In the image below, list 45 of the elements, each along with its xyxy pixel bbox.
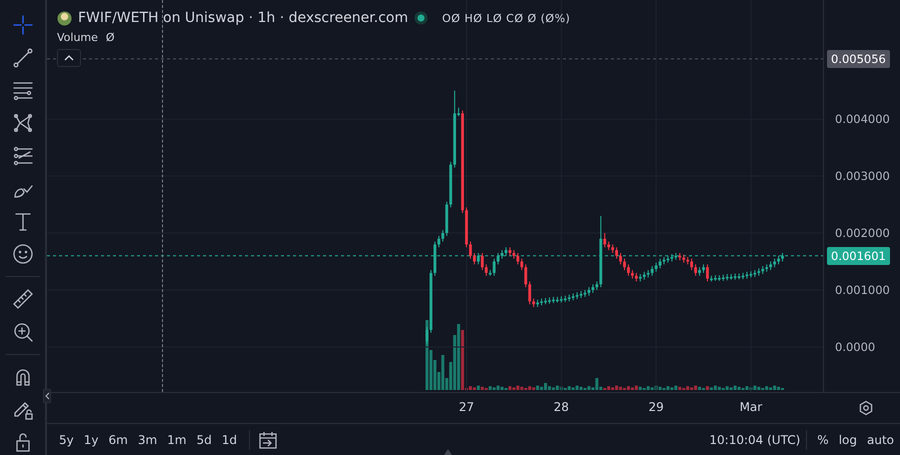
candlestick bbox=[694, 264, 697, 276]
volume-value: Ø bbox=[106, 31, 115, 44]
price-label: 0.004000 bbox=[834, 111, 891, 128]
price-label: 0.003000 bbox=[834, 168, 891, 186]
range-button[interactable]: 6m bbox=[104, 430, 132, 448]
candlestick bbox=[426, 326, 428, 345]
clock-text: 10:10:04 (UTC) bbox=[709, 432, 800, 446]
candlestick bbox=[615, 246, 618, 260]
candlestick bbox=[619, 252, 622, 265]
time-label: 29 bbox=[648, 400, 664, 414]
scale-option-button[interactable]: log bbox=[834, 430, 861, 448]
candlestick bbox=[496, 252, 500, 265]
candlestick bbox=[623, 258, 626, 271]
range-button[interactable]: 5d bbox=[192, 430, 216, 448]
chart-title: FWIF/WETH on Uniswap · 1h · dexscreener.com bbox=[78, 10, 408, 26]
price-label: 0.0000 bbox=[834, 338, 876, 356]
candlestick bbox=[473, 252, 476, 265]
scale-option-button[interactable]: % bbox=[813, 430, 833, 448]
candlestick bbox=[654, 262, 658, 272]
range-button[interactable]: 1d bbox=[218, 430, 242, 448]
time-label: Mar bbox=[740, 400, 762, 414]
candlestick bbox=[706, 264, 709, 282]
scale-option-button[interactable]: auto bbox=[862, 430, 898, 448]
range-button[interactable]: 5y bbox=[55, 430, 78, 448]
candlestick bbox=[658, 258, 662, 269]
candlestick bbox=[627, 264, 630, 276]
candlestick bbox=[492, 258, 496, 276]
price-tag: 0.001601 bbox=[827, 246, 890, 265]
price-label: 0.002000 bbox=[834, 225, 891, 242]
candlestick bbox=[516, 252, 520, 265]
range-button[interactable]: 1m bbox=[163, 430, 190, 448]
price-tag: 0.005056 bbox=[827, 50, 890, 68]
time-label: 27 bbox=[458, 400, 474, 414]
candlestick bbox=[469, 241, 472, 260]
candlestick bbox=[476, 252, 480, 265]
volume-label: Volume bbox=[57, 31, 98, 44]
candlestick bbox=[484, 264, 488, 276]
price-label: 0.001000 bbox=[834, 282, 891, 299]
time-label: 28 bbox=[554, 400, 569, 414]
range-button[interactable]: 1y bbox=[80, 430, 102, 448]
candlestick bbox=[437, 235, 440, 248]
range-button[interactable]: 3m bbox=[134, 430, 162, 448]
ohlc-values: OØ HØ LØ CØ Ø (Ø%) bbox=[442, 12, 570, 24]
candlestick bbox=[524, 264, 528, 288]
candlestick bbox=[603, 232, 606, 248]
